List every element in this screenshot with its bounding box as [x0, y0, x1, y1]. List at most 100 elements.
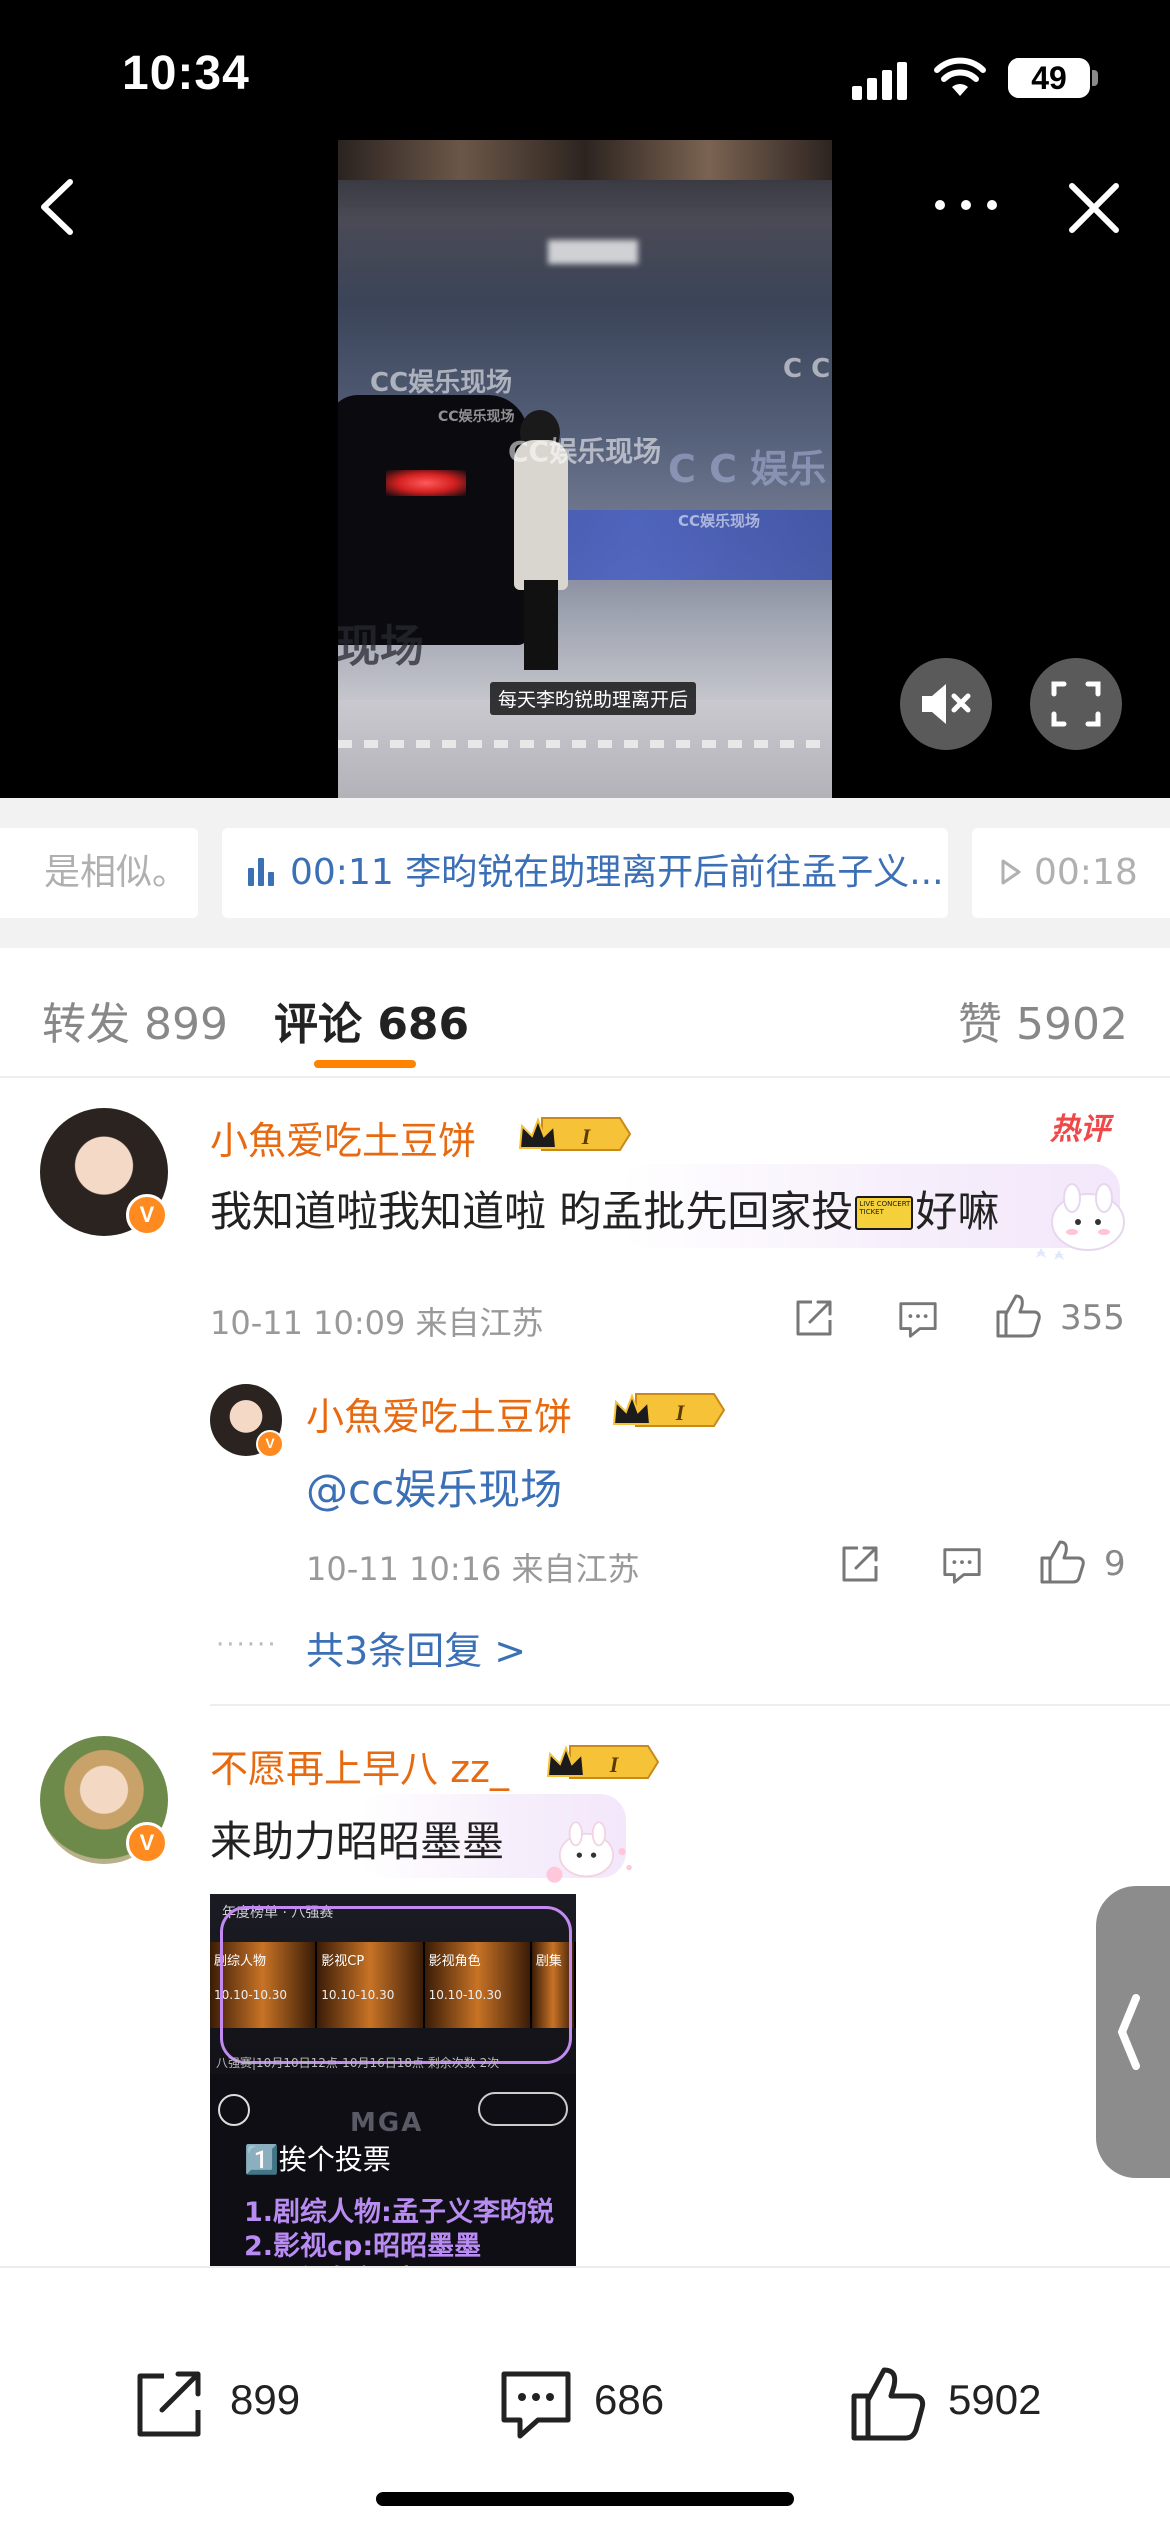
chevron-left-icon — [1118, 1994, 1140, 2070]
comment-icon[interactable] — [896, 1298, 940, 1340]
like-count: 9 — [1104, 1544, 1126, 1584]
video-sign — [548, 240, 638, 264]
like-button[interactable]: 5902 — [848, 2364, 1068, 2444]
speaker-muted-icon — [922, 684, 971, 724]
video-car-taillight — [386, 470, 466, 496]
fullscreen-icon — [1051, 681, 1101, 727]
playing-bars-icon — [248, 856, 276, 886]
verified-badge-icon: V — [126, 1194, 168, 1236]
play-icon — [1001, 859, 1021, 885]
bunny-sticker-icon — [546, 1821, 632, 1883]
more-options-button[interactable] — [926, 180, 1006, 230]
member-crown-icon: I — [612, 1393, 726, 1427]
commenter-name[interactable]: 不愿再上早八 zz_ — [210, 1738, 509, 1793]
comment-text-main: 我知道啦我知道啦 昀孟批先回家投 — [210, 1187, 854, 1236]
chapter-previous[interactable]: 是相似。 — [0, 828, 198, 918]
reply-text[interactable]: @cc娱乐现场 — [306, 1456, 562, 1517]
commenter-avatar[interactable]: V — [40, 1108, 168, 1236]
comment-count: 686 — [594, 2376, 665, 2423]
view-all-replies-link[interactable]: 共3条回复 > — [306, 1620, 526, 1675]
comment-image[interactable]: 年度榜单 · 八强赛 剧综人物 10.10-10.30 影视CP 10.10-10.… — [210, 1894, 576, 2266]
comment-text-suffix: 好嘛 — [915, 1187, 1000, 1236]
video-person-legs — [524, 580, 558, 670]
highlight-ring — [220, 1906, 572, 2064]
verified-badge-icon: V — [126, 1822, 168, 1864]
tab-comment[interactable]: 评论 686 — [274, 988, 469, 1052]
reply-author-name[interactable]: 小魚爱吃土豆饼 — [306, 1386, 572, 1441]
member-level: I — [675, 1400, 686, 1425]
home-indicator — [376, 2492, 794, 2506]
video-watermark: 现场 — [338, 621, 424, 672]
chapter-current[interactable]: 00:11 李昀锐在助理离开后前往孟子义... — [222, 828, 948, 918]
video-watermark: CC娱乐现场 — [508, 435, 662, 468]
member-level: I — [581, 1124, 592, 1149]
comment-icon[interactable] — [940, 1544, 984, 1586]
reply-avatar[interactable]: V — [210, 1384, 284, 1458]
chapter-current-label: 00:11 李昀锐在助理离开后前往孟子义... — [290, 852, 944, 893]
repost-icon — [137, 2371, 201, 2437]
side-drawer-handle[interactable] — [1096, 1886, 1170, 2178]
ticket-label: LIVE CONCERT TICKET — [859, 1200, 911, 1216]
video-floor-markings — [338, 740, 832, 748]
reply-meta: 10-11 10:16 来自江苏 — [306, 1550, 640, 1588]
status-bar: 10:34 49 — [0, 0, 1170, 140]
like-icon[interactable] — [1038, 1538, 1086, 1586]
battery-percentage: 49 — [1031, 60, 1067, 96]
video-caption: 每天李昀锐助理离开后 — [490, 682, 697, 715]
image-menu-capsule — [478, 2092, 568, 2126]
commenter-avatar[interactable]: V — [40, 1736, 168, 1864]
chapter-next[interactable]: 00:18 — [972, 828, 1170, 918]
chapter-next-label: 00:18 — [1034, 852, 1138, 893]
video-car — [338, 395, 528, 645]
video-watermark: CC娱乐现场 — [438, 409, 515, 425]
concert-ticket-emoji: LIVE CONCERT TICKET — [855, 1196, 914, 1230]
active-tab-indicator — [314, 1060, 416, 1068]
bunny-sticker-icon — [1036, 1183, 1125, 1260]
image-back-icon — [218, 2094, 250, 2126]
repost-count: 899 — [230, 2376, 301, 2423]
commenter-name[interactable]: 小魚爱吃土豆饼 — [210, 1110, 476, 1165]
member-crown-icon: I — [518, 1117, 632, 1151]
verified-badge-icon: V — [256, 1430, 284, 1458]
comment-text: 来助力昭昭墨墨 — [210, 1817, 505, 1866]
status-time: 10:34 — [122, 47, 250, 100]
comment-bubble-icon — [501, 2371, 571, 2439]
thumbs-up-icon — [851, 2367, 926, 2441]
video-watermark: CC娱乐现场 — [370, 368, 513, 398]
comment-meta: 10-11 10:09 来自江苏 — [210, 1304, 544, 1342]
video-frame[interactable]: CC娱乐现场 CC娱乐现场 C C 娱乐 CC娱乐现场 现场 CC娱乐现场 C … — [338, 140, 832, 798]
like-icon[interactable] — [994, 1292, 1042, 1340]
wifi-icon — [934, 57, 986, 96]
mute-button[interactable] — [900, 658, 992, 750]
share-icon[interactable] — [838, 1542, 882, 1586]
share-icon[interactable] — [792, 1296, 836, 1340]
tab-like[interactable]: 赞 5902 — [958, 988, 1128, 1052]
comment-image-logo: MGA — [350, 2108, 424, 2138]
fullscreen-button[interactable] — [1030, 658, 1122, 750]
member-crown-icon: I — [546, 1745, 660, 1779]
chapter-strip[interactable]: 是相似。 00:11 李昀锐在助理离开后前往孟子义... 00:18 — [0, 798, 1170, 948]
comment-image-line: 3.影视角色:唐昭墨墨 — [244, 2258, 500, 2266]
comment-text: 我知道啦我知道啦 昀孟批先回家投 LIVE CONCERT TICKET 好嘛 — [210, 1178, 999, 1239]
comment-divider — [210, 1704, 1170, 1706]
video-watermark: CC娱乐现场 — [678, 512, 761, 530]
video-ceiling-lights — [338, 140, 832, 180]
back-button[interactable] — [26, 172, 90, 242]
tab-repost[interactable]: 转发 899 — [42, 988, 228, 1052]
like-count: 355 — [1060, 1298, 1125, 1338]
battery-icon: 49 — [1008, 58, 1090, 98]
member-level: I — [609, 1752, 620, 1777]
hot-comment-badge: 热评 — [1050, 1112, 1110, 1147]
video-player[interactable]: 10:34 49 CC娱乐现场 CC娱乐现场 C C 娱乐 CC娱乐现场 现场 … — [0, 0, 1170, 798]
cellular-signal-icon — [852, 60, 908, 100]
video-watermark: C C 娱乐 — [668, 447, 827, 491]
content-tabs: 转发 899 评论 686 赞 5902 — [0, 948, 1170, 1078]
repost-button[interactable]: 899 — [130, 2364, 330, 2444]
close-button[interactable] — [1062, 176, 1126, 240]
comment-button[interactable]: 686 — [496, 2364, 696, 2444]
battery-tip — [1092, 70, 1098, 86]
comment-image-line: 1️⃣挨个投票 — [244, 2143, 391, 2176]
weibo-video-detail-page: 10:34 49 CC娱乐现场 CC娱乐现场 C C 娱乐 CC娱乐现场 现场 … — [0, 0, 1170, 2532]
video-watermark: C C — [783, 354, 831, 384]
comment-image-footer: 八强赛|10月10日12点-10月16日18点 剩余次数 2次 — [216, 2056, 500, 2070]
